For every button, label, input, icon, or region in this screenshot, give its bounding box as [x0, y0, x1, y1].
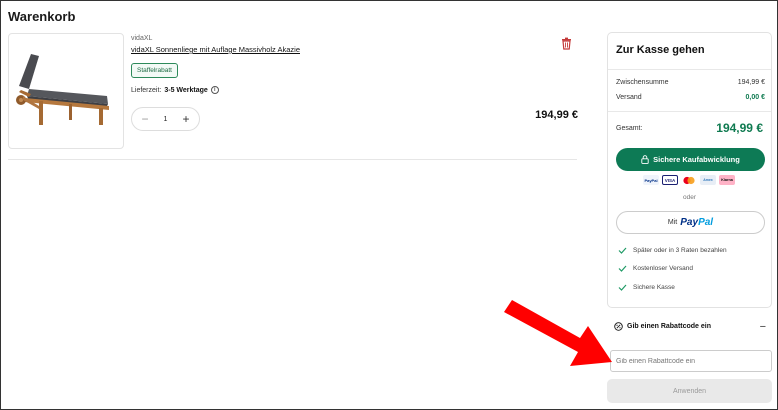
- order-summary-panel: Zur Kasse gehen Zwischensumme 194,99 € V…: [607, 32, 772, 308]
- shipping-value: 0,00 €: [745, 94, 765, 101]
- paypal-brand-icon: PayPal: [680, 217, 714, 228]
- summary-divider: [608, 111, 771, 112]
- sun-lounger-icon: [16, 54, 109, 125]
- benefit-item: Kostenloser Versand: [618, 265, 693, 272]
- summary-divider: [608, 69, 771, 70]
- checkout-label: Sichere Kaufabwicklung: [653, 155, 740, 164]
- info-icon[interactable]: i: [210, 86, 219, 94]
- check-icon: [618, 284, 627, 291]
- discount-tag-icon: [614, 322, 623, 331]
- discount-title-wrap: Gib einen Rabattcode ein: [614, 322, 711, 331]
- product-price: 194,99 €: [535, 109, 578, 121]
- check-icon: [618, 247, 627, 254]
- secure-checkout-button[interactable]: Sichere Kaufabwicklung: [616, 148, 765, 171]
- benefit-text: Kostenloser Versand: [633, 265, 693, 272]
- benefit-text: Später oder in 3 Raten bezahlen: [633, 247, 727, 254]
- mastercard-logo-icon: [681, 175, 697, 185]
- product-title-link[interactable]: vidaXL Sonnenliege mit Auflage Massivhol…: [131, 45, 300, 54]
- shipping-label: Versand: [616, 94, 642, 101]
- delivery-value: 3-5 Werktage: [164, 86, 208, 94]
- apply-discount-button[interactable]: Anwenden: [607, 379, 772, 403]
- subtotal-row: Zwischensumme 194,99 €: [616, 79, 765, 86]
- total-value: 194,99 €: [716, 121, 763, 135]
- discount-toggle[interactable]: Gib einen Rabattcode ein −: [614, 321, 766, 332]
- payment-methods: PayPal VISA Amex Klarna: [643, 175, 735, 185]
- paypal-checkout-button[interactable]: Mit PayPal: [616, 211, 765, 234]
- page-title: Warenkorb: [8, 9, 76, 24]
- item-divider: [8, 159, 577, 160]
- discount-badge: Staffelrabatt: [131, 63, 178, 78]
- subtotal-value: 194,99 €: [737, 79, 765, 86]
- product-image[interactable]: [8, 33, 124, 149]
- subtotal-label: Zwischensumme: [616, 79, 669, 86]
- paypal-prefix: Mit: [667, 219, 678, 226]
- lock-icon: [641, 155, 649, 164]
- annotation-arrow-icon: [504, 300, 612, 366]
- trash-icon: [562, 37, 571, 50]
- visa-logo-icon: VISA: [662, 175, 678, 185]
- klarna-logo-icon: Klarna: [719, 175, 735, 185]
- decrease-quantity-button[interactable]: −: [139, 113, 151, 125]
- delete-item-button[interactable]: [560, 37, 573, 50]
- shipping-row: Versand 0,00 €: [616, 94, 765, 101]
- benefit-text: Sichere Kasse: [633, 284, 675, 291]
- discount-title: Gib einen Rabattcode ein: [627, 323, 712, 330]
- benefit-item: Später oder in 3 Raten bezahlen: [618, 247, 727, 254]
- quantity-value[interactable]: 1: [164, 116, 168, 123]
- benefit-item: Sichere Kasse: [618, 284, 675, 291]
- discount-code-input[interactable]: [610, 350, 772, 372]
- amex-logo-icon: Amex: [700, 175, 716, 185]
- check-icon: [618, 265, 627, 272]
- mastercard-circles-icon: [683, 176, 695, 184]
- quantity-stepper: − 1 +: [131, 107, 200, 131]
- increase-quantity-button[interactable]: +: [180, 113, 192, 125]
- delivery-info: Lieferzeit: 3-5 Werktage i: [131, 86, 219, 94]
- collapse-icon[interactable]: −: [760, 321, 766, 332]
- total-label: Gesamt:: [616, 125, 643, 132]
- summary-title: Zur Kasse gehen: [616, 44, 705, 56]
- delivery-label: Lieferzeit:: [131, 86, 162, 94]
- product-brand: vidaXL: [131, 35, 153, 42]
- or-separator: oder: [682, 194, 696, 201]
- paypal-logo-icon: PayPal: [643, 175, 659, 185]
